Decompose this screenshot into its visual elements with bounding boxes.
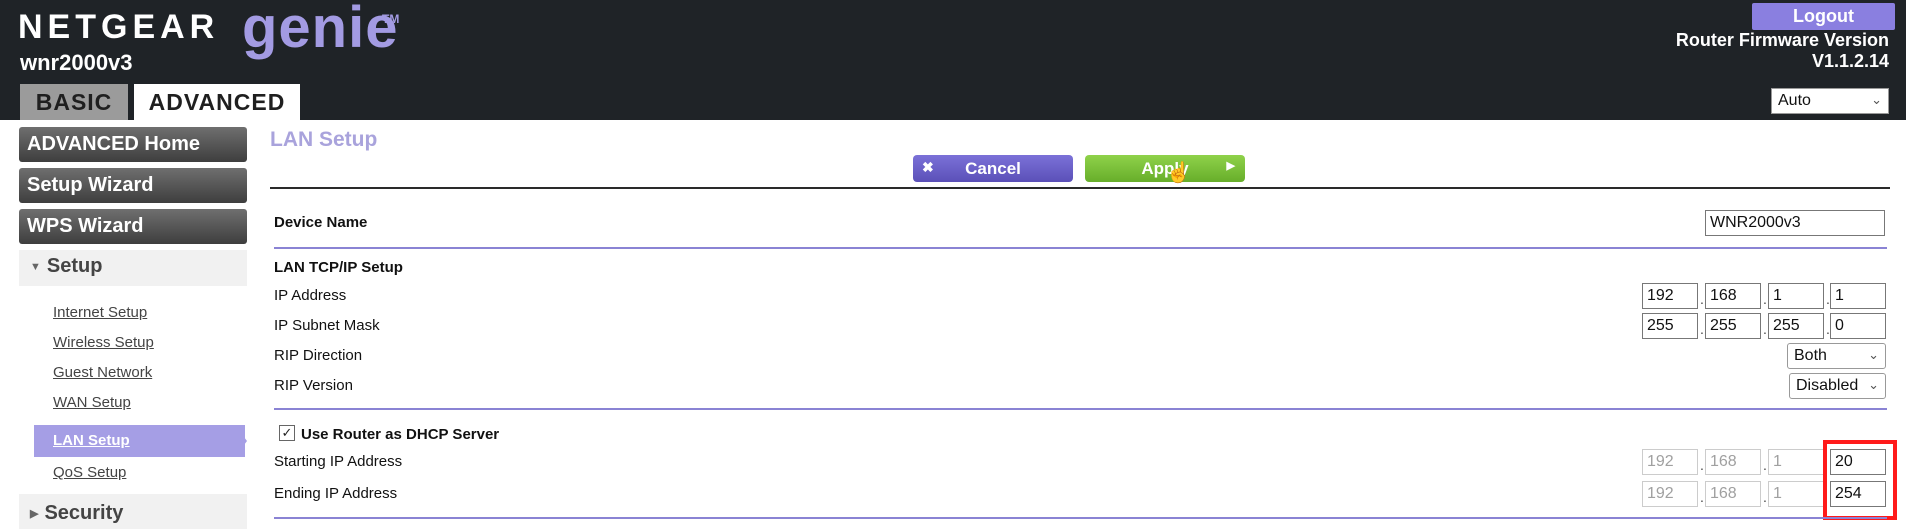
subnet-octet-4[interactable]: 0 [1830, 313, 1886, 339]
chevron-down-icon: ⌄ [1868, 347, 1879, 362]
ip-address-octet-4[interactable]: 1 [1830, 283, 1886, 309]
security-section-toggle[interactable]: ▶ Security [30, 502, 123, 525]
close-icon: ✖ [922, 159, 934, 175]
trademark-mark: TM [382, 12, 400, 26]
hand-cursor-icon: ☝ [1166, 162, 1191, 184]
ip-address-octet-1[interactable]: 192 [1642, 283, 1698, 309]
tcpip-heading: LAN TCP/IP Setup [274, 259, 403, 276]
setup-section-toggle[interactable]: ▼ Setup [30, 255, 102, 278]
ip-dot: . [1763, 291, 1767, 307]
ip-address-octet-2[interactable]: 168 [1705, 283, 1761, 309]
rip-version-value: Disabled [1796, 377, 1859, 394]
header-divider [270, 187, 1890, 189]
section-divider [274, 517, 1887, 519]
subnet-octet-3[interactable]: 255 [1768, 313, 1824, 339]
ip-dot: . [1763, 457, 1767, 473]
router-model: wnr2000v3 [20, 50, 133, 75]
red-highlight-box [1823, 440, 1897, 520]
rip-direction-label: RIP Direction [274, 347, 363, 364]
advanced-home-button[interactable]: ADVANCED Home [19, 127, 247, 162]
ip-address-octet-3[interactable]: 1 [1768, 283, 1824, 309]
wps-wizard-button[interactable]: WPS Wizard [19, 209, 247, 244]
sidebar-item-guest-network[interactable]: Guest Network [53, 364, 152, 381]
device-name-label: Device Name [274, 214, 368, 231]
cancel-button[interactable]: ✖ Cancel [913, 155, 1073, 182]
ending-ip-label: Ending IP Address [274, 485, 398, 502]
starting-ip-octet-3: 1 [1768, 449, 1824, 475]
play-arrow-icon: ▶ [1226, 160, 1235, 172]
starting-ip-label: Starting IP Address [274, 453, 403, 470]
genie-logo: genie [242, 0, 399, 60]
caret-down-icon: ▼ [30, 260, 41, 273]
rip-version-label: RIP Version [274, 377, 353, 394]
starting-ip-octet-2: 168 [1705, 449, 1761, 475]
ending-ip-octet-1: 192 [1642, 481, 1698, 507]
rip-version-select[interactable]: Disabled ⌄ [1789, 373, 1886, 399]
ip-dot: . [1700, 457, 1704, 473]
apply-button[interactable]: Apply ▶ [1085, 155, 1245, 182]
tab-basic[interactable]: BASIC [20, 84, 128, 120]
ip-dot: . [1763, 321, 1767, 337]
security-section-label: Security [44, 502, 124, 524]
language-select[interactable]: Auto ⌄ [1771, 88, 1889, 114]
sidebar-item-wan-setup[interactable]: WAN Setup [53, 394, 131, 411]
device-name-input[interactable]: WNR2000v3 [1705, 210, 1885, 236]
subnet-octet-1[interactable]: 255 [1642, 313, 1698, 339]
ending-ip-octet-2: 168 [1705, 481, 1761, 507]
subnet-mask-label: IP Subnet Mask [274, 317, 380, 334]
section-divider [274, 408, 1887, 410]
dhcp-checkbox[interactable]: ✓ [279, 425, 295, 441]
rip-direction-select[interactable]: Both ⌄ [1787, 343, 1886, 369]
subnet-octet-2[interactable]: 255 [1705, 313, 1761, 339]
ip-dot: . [1700, 489, 1704, 505]
top-header: NETGEAR genie TM wnr2000v3 BASIC ADVANCE… [0, 0, 1906, 120]
ip-dot: . [1700, 291, 1704, 307]
starting-ip-octet-1: 192 [1642, 449, 1698, 475]
cancel-button-label: Cancel [965, 158, 1021, 178]
sidebar-item-wireless-setup[interactable]: Wireless Setup [53, 334, 154, 351]
language-select-value: Auto [1778, 92, 1811, 109]
logout-button[interactable]: Logout [1752, 3, 1895, 30]
chevron-down-icon: ⌄ [1868, 377, 1879, 392]
sidebar-item-qos-setup[interactable]: QoS Setup [53, 464, 126, 481]
ip-dot: . [1700, 321, 1704, 337]
page-title: LAN Setup [270, 128, 378, 151]
ip-address-label: IP Address [274, 287, 347, 304]
section-divider [274, 247, 1887, 249]
setup-wizard-button[interactable]: Setup Wizard [19, 168, 247, 203]
ending-ip-octet-3: 1 [1768, 481, 1824, 507]
caret-right-icon: ▶ [30, 508, 39, 520]
dhcp-label: Use Router as DHCP Server [301, 426, 500, 443]
rip-direction-value: Both [1794, 347, 1827, 364]
tab-advanced[interactable]: ADVANCED [134, 84, 300, 120]
firmware-label: Router Firmware Version [1675, 30, 1889, 50]
sidebar-item-internet-setup[interactable]: Internet Setup [53, 304, 147, 321]
active-pointer-icon [235, 425, 247, 457]
firmware-version: V1.1.2.14 [1811, 51, 1889, 71]
ip-dot: . [1763, 489, 1767, 505]
netgear-logo: NETGEAR [18, 8, 220, 46]
setup-section-label: Setup [46, 255, 103, 277]
sidebar-item-lan-setup[interactable]: LAN Setup [53, 432, 130, 449]
chevron-down-icon: ⌄ [1871, 92, 1882, 107]
